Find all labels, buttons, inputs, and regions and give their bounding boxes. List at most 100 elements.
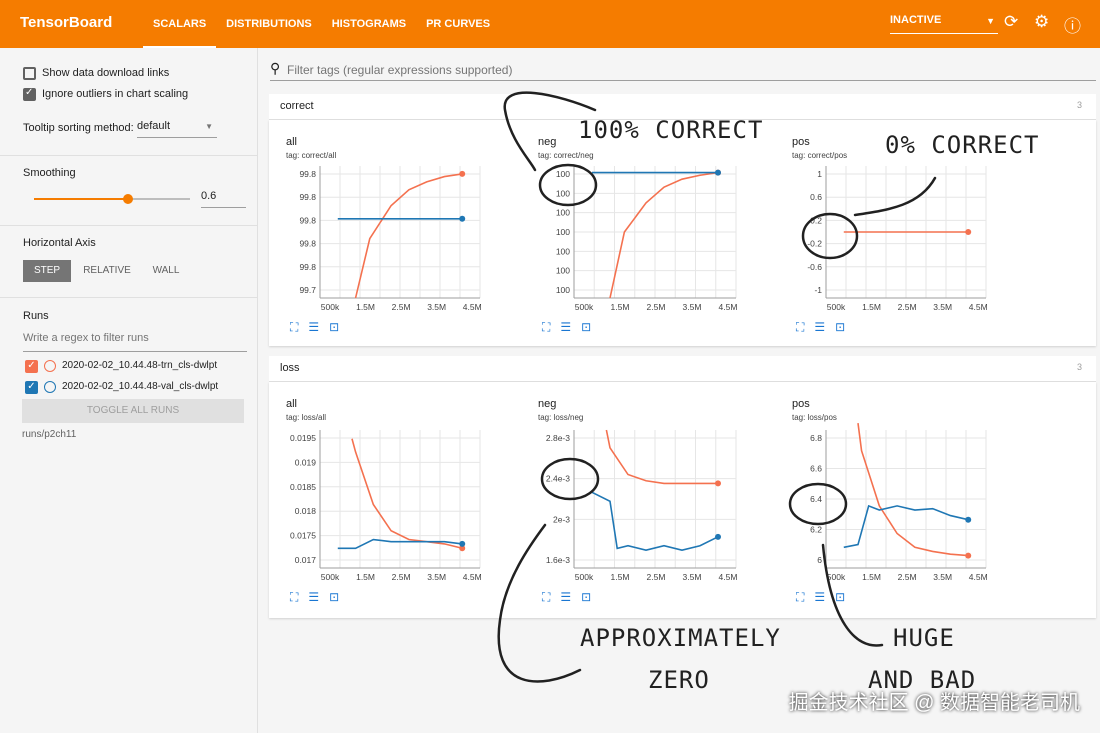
fit-domain-icon[interactable]: ⊡ [835,320,845,334]
x-tick-label: 3.5M [933,572,952,582]
fullscreen-icon[interactable]: ⛶ [542,320,550,334]
fullscreen-icon[interactable]: ⛶ [290,320,298,334]
fit-domain-icon[interactable]: ⊡ [581,320,591,334]
category-header-loss[interactable]: loss 3 [269,356,1096,382]
sidebar: Show data download links Ignore outliers… [0,48,258,733]
ignore-outliers-checkbox[interactable] [23,87,36,101]
horizontal-axis-label: Horizontal Axis [23,237,96,249]
y-tick-label: 100 [556,188,570,198]
run-trn-color-circle[interactable] [44,360,56,372]
chart-toolbar: ⛶ ☰ ⊡ [796,320,855,335]
chart-toolbar: ⛶ ☰ ⊡ [290,320,349,335]
runs-filter-input[interactable]: Write a regex to filter runs [23,332,247,352]
y-tick-label: 99.8 [299,262,316,272]
ignore-outliers-label: Ignore outliers in chart scaling [42,88,189,100]
tooltip-sort-select[interactable]: default ▼ [137,120,217,138]
y-tick-label: 0.2 [810,215,822,225]
smoothing-value-input[interactable]: 0.6 [201,190,246,208]
toggle-log-scale-icon[interactable]: ☰ [814,320,825,334]
x-tick-label: 3.5M [933,302,952,312]
axis-step-button[interactable]: STEP [23,260,71,282]
y-tick-label: 0.6 [810,192,822,202]
chart-toolbar: ⛶ ☰ ⊡ [796,590,855,605]
search-icon: ⚲ [270,60,281,76]
series-end-marker [715,480,721,487]
y-tick-label: 2.4e-3 [546,474,570,484]
toggle-log-scale-icon[interactable]: ☰ [814,590,825,604]
run-val-color-circle[interactable] [44,381,56,393]
refresh-icon[interactable]: ⟳ [1004,12,1018,32]
fit-domain-icon[interactable]: ⊡ [329,320,339,334]
tab-distributions[interactable]: DISTRIBUTIONS [216,0,322,48]
annotation-huge: HUGE [893,624,955,652]
fit-domain-icon[interactable]: ⊡ [835,590,845,604]
show-download-checkbox[interactable] [23,67,36,80]
category-count: 3 [1076,362,1082,372]
runs-filter-placeholder: Write a regex to filter runs [23,332,149,344]
fullscreen-icon[interactable]: ⛶ [542,590,550,604]
fit-domain-icon[interactable]: ⊡ [581,590,591,604]
series-end-marker [715,169,721,176]
fit-domain-icon[interactable]: ⊡ [329,590,339,604]
toggle-log-scale-icon[interactable]: ☰ [308,320,319,334]
x-tick-label: 1.5M [356,302,375,312]
horizontal-axis-section: Horizontal Axis STEP RELATIVE WALL [0,225,258,297]
toggle-log-scale-icon[interactable]: ☰ [308,590,319,604]
chart-loss-all: all tag: loss/all 0.0195 0.019 0.0185 0.018 0.… [270,386,520,616]
fullscreen-icon[interactable]: ⛶ [796,320,804,334]
y-tick-label: 0.018 [295,506,317,516]
tooltip-sort-value: default [137,120,171,132]
x-tick-label: 3.5M [427,302,446,312]
category-count: 3 [1076,100,1082,110]
toggle-log-scale-icon[interactable]: ☰ [560,320,571,334]
axis-relative-button[interactable]: RELATIVE [79,260,135,282]
gear-icon[interactable]: ⚙ [1034,12,1049,32]
smoothing-slider[interactable] [34,194,190,204]
y-tick-label: 99.8 [299,169,316,179]
toggle-all-runs-button[interactable]: TOGGLE ALL RUNS [22,399,244,423]
tag-filter-input[interactable]: ⚲ Filter tags (regular expressions suppo… [270,60,1096,81]
y-tick-label: 6.8 [810,433,822,443]
axis-wall-button[interactable]: WALL [142,260,190,282]
run-trn-checkbox[interactable]: ✓ [25,360,38,373]
x-tick-label: 3.5M [683,302,702,312]
y-tick-label: 1.6e-3 [546,555,570,565]
run-val-checkbox[interactable]: ✓ [25,381,38,394]
tab-histograms[interactable]: HISTOGRAMS [322,0,416,48]
x-tick-label: 2.5M [898,302,917,312]
series-line-trn [609,171,719,299]
series-end-marker [965,552,972,559]
y-tick-label: 0.0195 [290,433,316,443]
inactive-dashboard-select[interactable]: INACTIVE ▼ [890,14,998,34]
fullscreen-icon[interactable]: ⛶ [290,590,298,604]
toggle-log-scale-icon[interactable]: ☰ [560,590,571,604]
chart-plot[interactable]: 2.8e-3 2.4e-3 2e-3 1.6e-3 500k 1.5M 2.5M 3.5M 4.… [522,386,774,616]
y-tick-label: -0.2 [807,239,822,249]
chart-plot[interactable]: 0.0195 0.019 0.0185 0.018 0.0175 0.017 500k 1.5… [270,386,520,616]
annotation-100-correct: 100% CORRECT [578,116,764,144]
run-trn-name: 2020-02-02_10.44.48-trn_cls-dwlpt [62,360,218,371]
tab-pr-curves[interactable]: PR CURVES [416,0,500,48]
x-tick-label: 500k [827,572,846,582]
y-tick-label: 6 [817,555,822,565]
chart-correct-all: all tag: correct/all 99.8 99.8 99.8 99.8 99.8 9… [270,124,520,344]
y-tick-label: 100 [556,169,570,179]
runs-section: Runs Write a regex to filter runs ✓ 2020… [0,297,258,477]
watermark: 掘金技术社区 @ 数据智能老司机 [788,692,1080,714]
chart-plot[interactable]: 100 100 100 100 100 100 100 500k 1.5M 2.5M 3.5M 4.5… [522,124,774,344]
fullscreen-icon[interactable]: ⛶ [796,590,804,604]
x-tick-label: 500k [321,302,340,312]
chart-plot[interactable]: 6.8 6.6 6.4 6.2 6 500k 1.5M 2.5M 3.5M 4.5M [776,386,1030,616]
x-tick-label: 2.5M [898,572,917,582]
runs-label: Runs [23,310,49,322]
chart-plot[interactable]: 99.8 99.8 99.8 99.8 99.8 99.7 500k 1.5M 2.5M 3.5M… [270,124,520,344]
chart-toolbar: ⛶ ☰ ⊡ [542,590,601,605]
tag-filter-placeholder: Filter tags (regular expressions support… [287,63,513,77]
tab-scalars[interactable]: SCALARS [143,0,217,48]
smoothing-slider-handle[interactable] [122,194,133,204]
y-tick-label: 100 [556,227,570,237]
y-tick-label: 1 [817,169,822,179]
x-tick-label: 1.5M [862,572,881,582]
help-icon[interactable]: ⓘ [1064,12,1081,37]
smoothing-label: Smoothing [23,167,76,179]
